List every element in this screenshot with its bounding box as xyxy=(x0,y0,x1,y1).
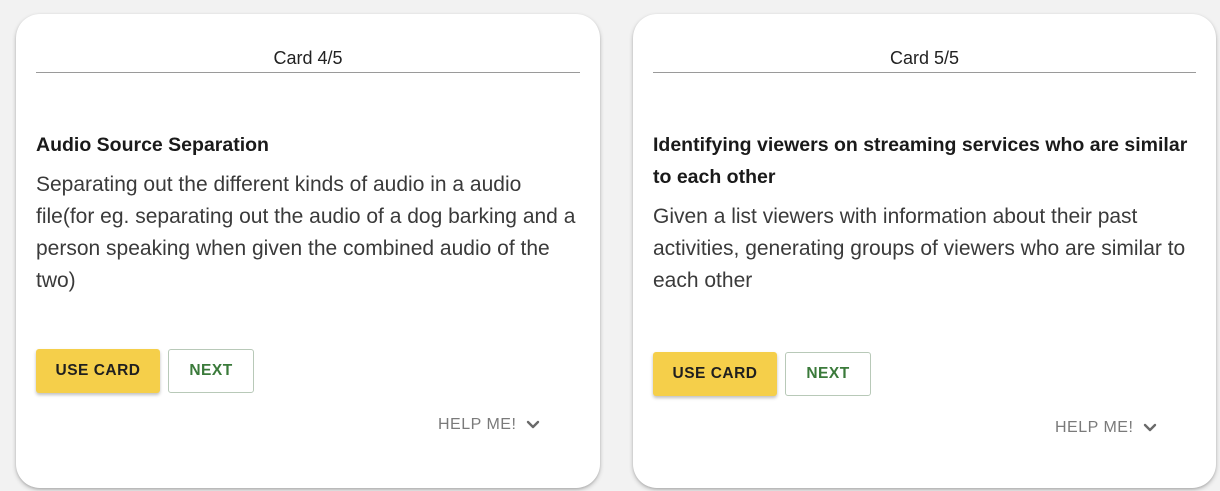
help-me-toggle[interactable]: HELP ME! xyxy=(1055,419,1157,437)
card-title: Identifying viewers on streaming service… xyxy=(653,134,1188,188)
card-content: Audio Source Separation Separating out t… xyxy=(36,129,578,297)
help-me-toggle[interactable]: HELP ME! xyxy=(438,416,540,434)
chevron-down-icon xyxy=(1143,423,1157,433)
help-me-label: HELP ME! xyxy=(438,416,517,433)
card-description: Separating out the different kinds of au… xyxy=(36,173,576,292)
card-5: Card 5/5 Identifying viewers on streamin… xyxy=(633,14,1216,488)
cards-container: Card 4/5 Audio Source Separation Separat… xyxy=(0,0,1220,491)
card-divider xyxy=(653,72,1196,73)
card-divider xyxy=(36,72,580,73)
card-counter: Card 5/5 xyxy=(889,48,960,68)
next-button[interactable]: NEXT xyxy=(785,352,871,396)
card-description: Given a list viewers with information ab… xyxy=(653,205,1186,292)
card-title: Audio Source Separation xyxy=(36,134,269,156)
use-card-button[interactable]: USE CARD xyxy=(653,352,777,396)
card-actions: USE CARD NEXT xyxy=(36,349,254,393)
card-actions: USE CARD NEXT xyxy=(653,352,871,396)
chevron-down-icon xyxy=(526,420,540,430)
use-card-button[interactable]: USE CARD xyxy=(36,349,160,393)
card-counter: Card 4/5 xyxy=(273,48,343,68)
card-4: Card 4/5 Audio Source Separation Separat… xyxy=(16,14,600,488)
card-content: Identifying viewers on streaming service… xyxy=(653,129,1194,297)
next-button[interactable]: NEXT xyxy=(168,349,254,393)
help-me-label: HELP ME! xyxy=(1055,419,1134,436)
